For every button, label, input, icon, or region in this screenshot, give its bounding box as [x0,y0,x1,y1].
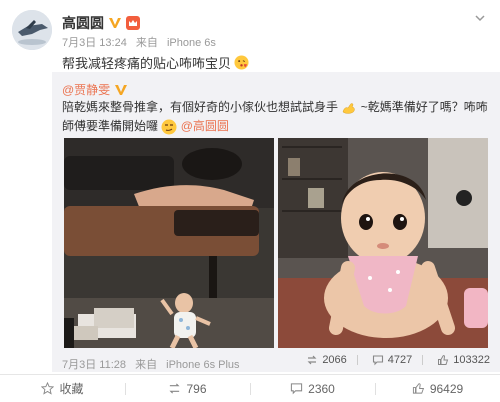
chevron-down-icon[interactable] [474,12,486,24]
divider [356,355,358,365]
post-meta: 7月3日 13:24 来自 iPhone 6s [62,34,222,50]
action-bar: 收藏 796 2360 96429 [0,374,500,402]
like-button[interactable]: 96429 [375,375,500,402]
repost-text: 陪乾媽來整骨推拿，有個好奇的小傢伙也想試試身手 ~乾媽準備好了嗎？咘咘師傅要準備… [62,98,494,136]
repost-icon [169,383,181,394]
repost-source-prefix: 来自 [135,359,158,371]
comment-icon [372,355,383,366]
photo-baby-closeup[interactable] [278,138,488,348]
repost-comment-count-label: 4727 [387,354,413,366]
repost-author[interactable]: @贾静雯 [62,81,110,98]
post-source-prefix: 来自 [135,37,158,49]
reposted-content: @贾静雯 陪乾媽來整骨推拿，有個好奇的小傢伙也想試試身手 ~乾媽準備好了嗎？咘咘… [52,72,500,372]
member-crown-icon[interactable] [126,16,140,30]
author-name[interactable]: 高圆圆 [62,13,104,33]
repost-device[interactable]: iPhone 6s Plus [166,359,239,371]
thumbs-up-icon [412,383,424,394]
comment-button[interactable]: 2360 [250,375,375,402]
repost-count: 796 [186,381,207,396]
verified-icon [109,18,121,28]
comment-count: 2360 [308,381,335,396]
flex-arm-emoji-icon [343,103,355,114]
photo-massage-scene[interactable] [64,138,274,348]
smirk-emoji-icon [161,119,177,135]
verified-icon [115,84,128,95]
weibo-post: 高圆圆 7月3日 13:24 来自 iPhone 6s 帮我减轻疼痛的贴心咘咘宝… [0,0,500,402]
repost-author-row: @贾静雯 [62,81,128,98]
comment-icon [291,383,303,395]
post-text: 帮我减轻疼痛的贴心咘咘宝贝 [62,53,249,72]
repost-repost-count-label: 2066 [322,354,347,366]
like-count: 96429 [429,381,464,396]
post-text-content: 帮我减轻疼痛的贴心咘咘宝贝 [62,56,232,71]
repost-icon [307,355,317,365]
repost-date[interactable]: 7月3日 11:28 [62,359,126,371]
author-avatar[interactable] [12,10,52,50]
kiss-emoji-icon [234,55,249,70]
author-row: 高圆圆 [62,13,140,33]
repost-like-count-label: 103322 [453,354,490,366]
favorite-button[interactable]: 收藏 [0,375,125,402]
divider [422,355,424,365]
favorite-label: 收藏 [59,382,84,396]
repost-comment-count[interactable]: 4727 [372,354,412,366]
repost-like-count[interactable]: 103322 [437,354,490,366]
repost-mention-link[interactable]: @高圆圆 [181,119,229,133]
star-icon [41,382,55,395]
repost-repost-count[interactable]: 2066 [306,354,347,366]
thumbs-up-icon [438,355,449,365]
post-device[interactable]: iPhone 6s [167,37,216,49]
repost-stats: 2066 4727 103322 [292,354,490,366]
repost-button[interactable]: 796 [125,375,250,402]
repost-meta: 7月3日 11:28 来自 iPhone 6s Plus [62,356,246,372]
post-date[interactable]: 7月3日 13:24 [62,37,127,49]
repost-text-part1: 陪乾媽來整骨推拿，有個好奇的小傢伙也想試試身手 [62,100,339,114]
